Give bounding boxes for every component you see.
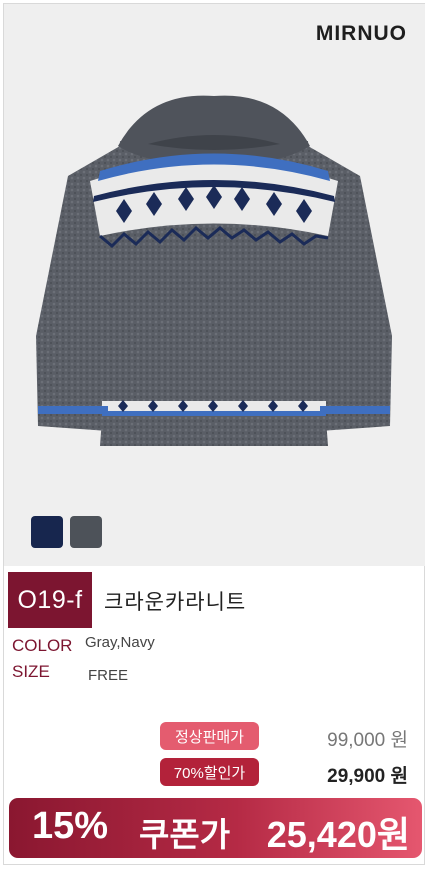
product-name[interactable]: 크라운카라니트	[104, 586, 246, 616]
color-label: COLOR	[12, 636, 73, 655]
color-value: Gray,Navy	[85, 634, 155, 651]
coupon-percent: 15%	[32, 805, 109, 847]
discount-price-badge: 70%할인가	[160, 758, 259, 786]
sweater-image	[36, 95, 392, 446]
product-photo[interactable]: MIRNUO	[4, 4, 425, 566]
regular-price: 99,000 원	[327, 730, 408, 751]
coupon-price-bar[interactable]: 15% 쿠폰가 25,420원	[9, 798, 422, 858]
product-code-badge: O19-f	[8, 572, 92, 628]
regular-price-badge: 정상판매가	[160, 722, 259, 750]
coupon-label: 쿠폰가	[139, 816, 231, 853]
size-label: SIZE	[12, 662, 50, 681]
brand-logo: MIRNUO	[315, 22, 407, 45]
discount-price: 29,900 원	[327, 766, 408, 787]
color-swatch-gray[interactable]	[70, 516, 102, 548]
color-swatch-navy[interactable]	[31, 516, 63, 548]
coupon-price: 25,420원	[266, 814, 410, 855]
size-value: FREE	[88, 667, 129, 684]
